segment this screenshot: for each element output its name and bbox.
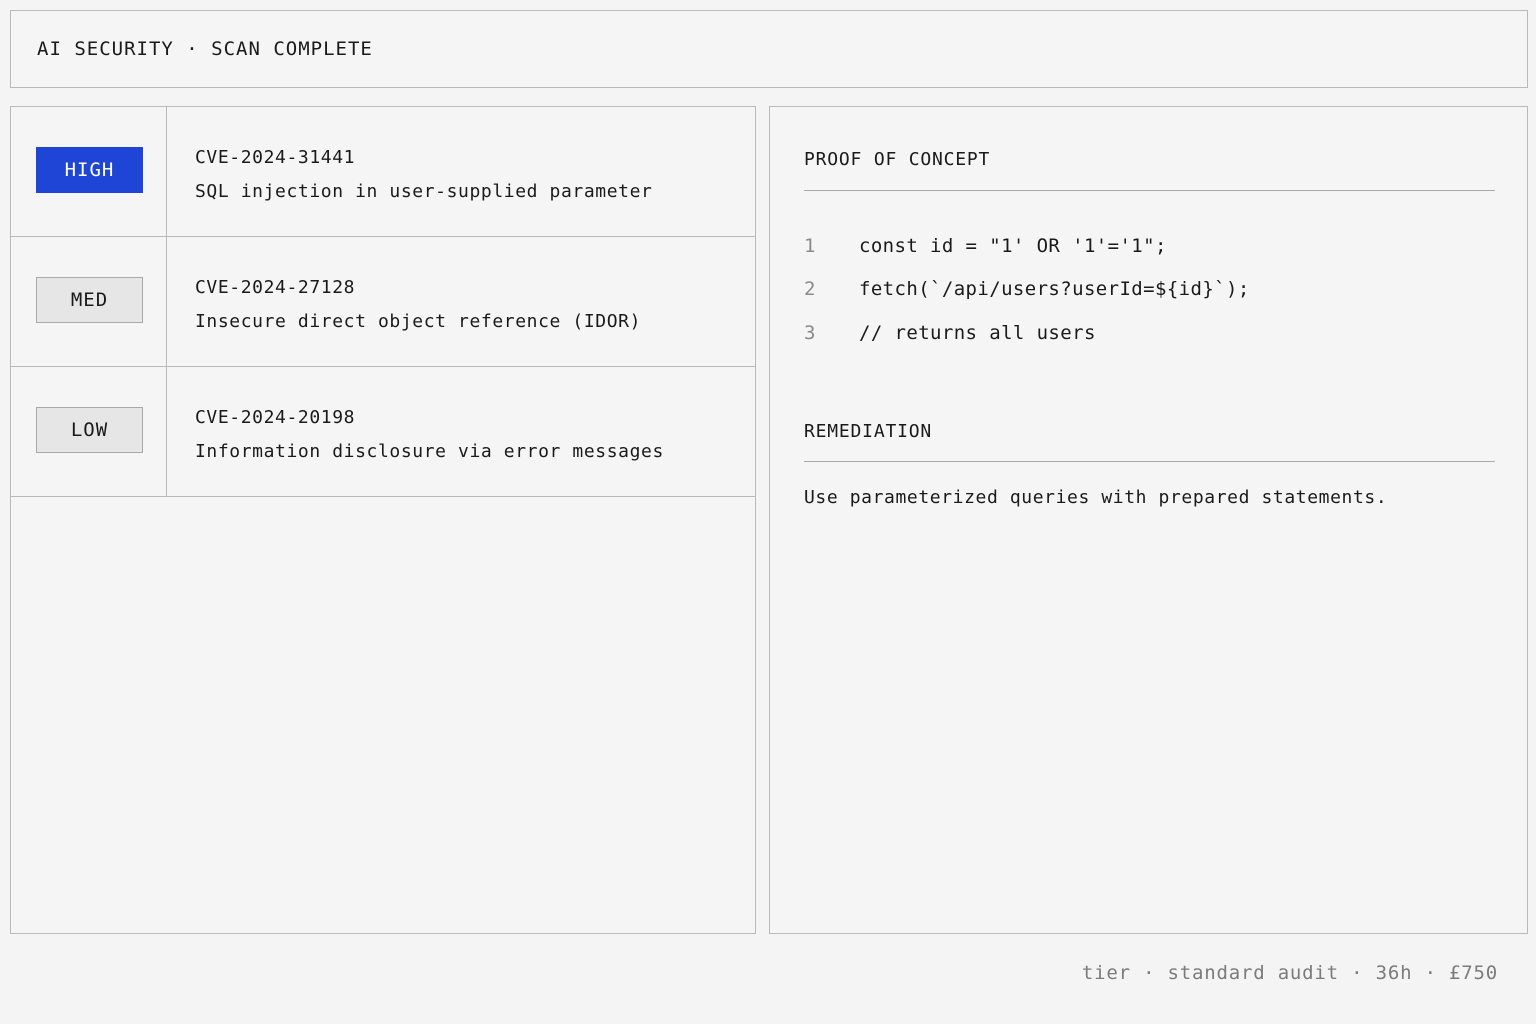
code-line: 3 // returns all users [804, 322, 1096, 344]
poc-heading: PROOF OF CONCEPT [804, 149, 991, 170]
finding-detail-panel: PROOF OF CONCEPT 1 const id = "1' OR '1'… [769, 106, 1528, 934]
severity-cell: LOW [11, 367, 167, 496]
code-line: 1 const id = "1' OR '1'='1"; [804, 235, 1167, 257]
finding-row-high[interactable]: HIGH CVE-2024-31441 SQL injection in use… [11, 107, 755, 237]
code-text: const id = "1' OR '1'='1"; [859, 235, 1167, 257]
cve-id: CVE-2024-31441 [195, 147, 356, 168]
page-title: AI SECURITY · SCAN COMPLETE [37, 38, 373, 60]
header-bar: AI SECURITY · SCAN COMPLETE [10, 10, 1528, 88]
finding-info: CVE-2024-31441 SQL injection in user-sup… [167, 107, 652, 236]
finding-row-med[interactable]: MED CVE-2024-27128 Insecure direct objec… [11, 237, 755, 367]
finding-row-low[interactable]: LOW CVE-2024-20198 Information disclosur… [11, 367, 755, 497]
divider [804, 461, 1495, 462]
severity-badge-high[interactable]: HIGH [36, 147, 143, 193]
line-number: 1 [804, 235, 816, 257]
line-number: 3 [804, 322, 816, 344]
cve-description: Information disclosure via error message… [195, 441, 664, 462]
code-line: 2 fetch(`/api/users?userId=${id}`); [804, 278, 1250, 300]
cve-description: SQL injection in user-supplied parameter [195, 181, 653, 202]
line-number: 2 [804, 278, 816, 300]
code-text: // returns all users [859, 322, 1096, 344]
footer-pricing: tier · standard audit · 36h · £750 [1081, 962, 1498, 984]
remediation-text: Use parameterized queries with prepared … [804, 487, 1388, 508]
finding-info: CVE-2024-27128 Insecure direct object re… [167, 237, 641, 366]
findings-list: HIGH CVE-2024-31441 SQL injection in use… [10, 106, 756, 934]
severity-cell: MED [11, 237, 167, 366]
severity-badge-med[interactable]: MED [36, 277, 143, 323]
code-text: fetch(`/api/users?userId=${id}`); [859, 278, 1250, 300]
finding-info: CVE-2024-20198 Information disclosure vi… [167, 367, 664, 496]
cve-description: Insecure direct object reference (IDOR) [195, 311, 642, 332]
divider [804, 190, 1495, 191]
severity-badge-low[interactable]: LOW [36, 407, 143, 453]
cve-id: CVE-2024-20198 [195, 407, 356, 428]
remediation-heading: REMEDIATION [804, 421, 933, 442]
cve-id: CVE-2024-27128 [195, 277, 356, 298]
severity-cell: HIGH [11, 107, 167, 236]
